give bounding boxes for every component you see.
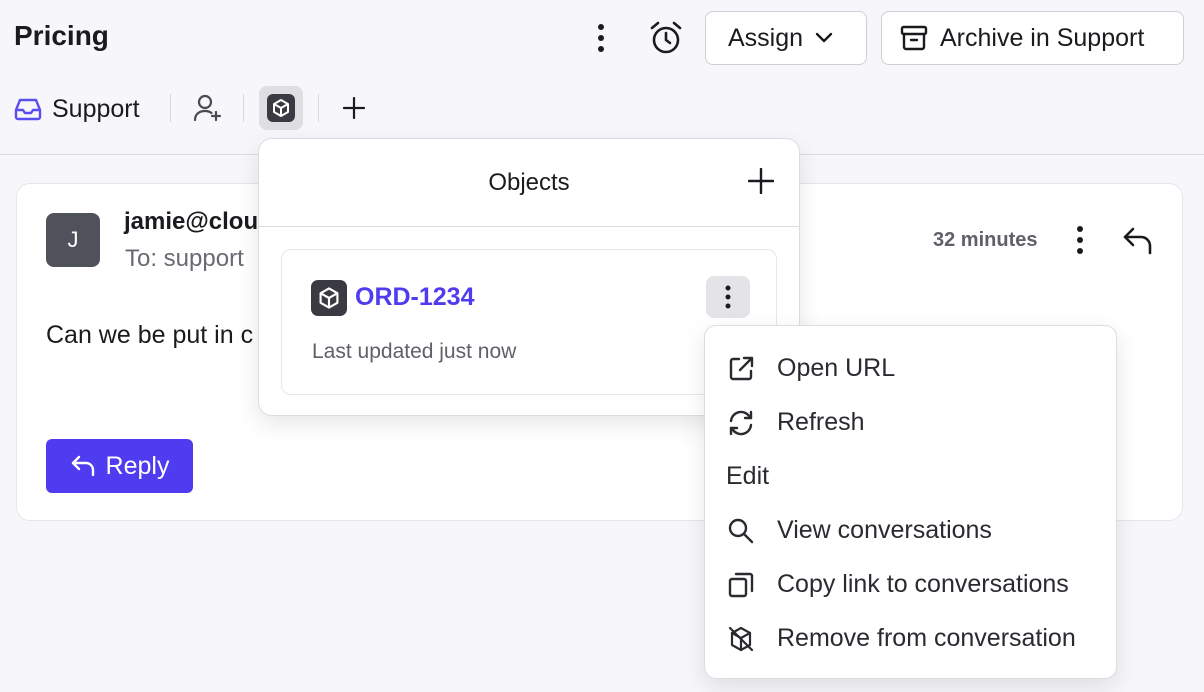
popover-title: Objects	[488, 169, 570, 196]
vertical-dots-icon	[725, 285, 731, 309]
divider	[259, 226, 799, 227]
avatar: J	[46, 213, 100, 267]
menu-item-view-conversations[interactable]: View conversations	[705, 503, 1116, 557]
menu-item-label: Copy link to conversations	[777, 570, 1069, 598]
reply-button[interactable]: Reply	[46, 439, 193, 493]
search-icon	[728, 518, 754, 544]
reply-icon	[71, 455, 94, 477]
add-tab-button[interactable]	[334, 88, 374, 128]
menu-item-label: Refresh	[777, 408, 865, 436]
tab-divider	[170, 94, 171, 122]
archive-label: Archive in Support	[940, 23, 1145, 52]
sender-email: jamie@clou	[124, 208, 259, 235]
reply-icon	[1123, 227, 1152, 255]
cube-icon	[273, 99, 289, 117]
message-timestamp: 32 minutes	[933, 229, 1038, 251]
vertical-dots-icon	[1077, 226, 1083, 254]
object-id-link[interactable]: ORD-1234	[355, 283, 475, 312]
object-context-menu: Open URL Refresh Edit View conversations…	[704, 325, 1117, 679]
assign-dropdown[interactable]: Assign	[705, 11, 867, 65]
reply-label: Reply	[105, 451, 170, 480]
tab-divider	[243, 94, 244, 122]
plus-icon	[748, 168, 774, 194]
remove-object-icon	[728, 626, 754, 652]
archive-button[interactable]: Archive in Support	[881, 11, 1184, 65]
snooze-button[interactable]	[644, 17, 688, 59]
message-body: Can we be put in c	[46, 321, 254, 349]
add-object-button[interactable]	[743, 163, 779, 199]
object-more-button[interactable]	[706, 276, 750, 318]
object-badge	[267, 94, 295, 122]
inbox-icon	[14, 98, 42, 121]
alarm-clock-icon	[650, 21, 682, 54]
archive-icon	[900, 25, 928, 51]
vertical-dots-icon	[598, 24, 604, 52]
menu-item-label: Edit	[726, 462, 770, 490]
external-link-icon	[729, 356, 754, 381]
object-badge	[311, 280, 347, 316]
assign-label: Assign	[728, 23, 804, 52]
add-user-icon	[193, 94, 222, 122]
tab-support[interactable]: Support	[14, 90, 140, 128]
menu-item-label: Remove from conversation	[777, 624, 1076, 652]
menu-item-label: View conversations	[777, 516, 992, 544]
chevron-down-icon	[815, 32, 833, 43]
menu-item-copy-link[interactable]: Copy link to conversations	[705, 557, 1116, 611]
menu-item-label: Open URL	[777, 354, 896, 382]
menu-item-edit[interactable]: Edit	[705, 449, 1116, 503]
conversation-header: Pricing Assign Archive in Support Suppor…	[0, 0, 1204, 155]
object-updated-text: Last updated just now	[312, 340, 517, 363]
object-card: ORD-1234 Last updated just now	[281, 249, 777, 395]
menu-item-remove[interactable]: Remove from conversation	[705, 611, 1116, 665]
objects-button[interactable]	[259, 86, 303, 130]
tab-divider	[318, 94, 319, 122]
add-participant-button[interactable]	[188, 88, 228, 128]
page-title: Pricing	[14, 20, 109, 51]
quick-reply-button[interactable]	[1117, 220, 1159, 262]
plus-icon	[343, 97, 365, 119]
menu-item-open-url[interactable]: Open URL	[705, 341, 1116, 395]
message-more-button[interactable]	[1063, 222, 1097, 258]
tab-support-label: Support	[52, 94, 140, 123]
cube-icon	[319, 287, 339, 309]
menu-item-refresh[interactable]: Refresh	[705, 395, 1116, 449]
recipient-line: To: support	[125, 245, 244, 272]
more-options-button[interactable]	[584, 20, 618, 56]
refresh-icon	[729, 410, 753, 436]
copy-icon	[728, 572, 754, 598]
